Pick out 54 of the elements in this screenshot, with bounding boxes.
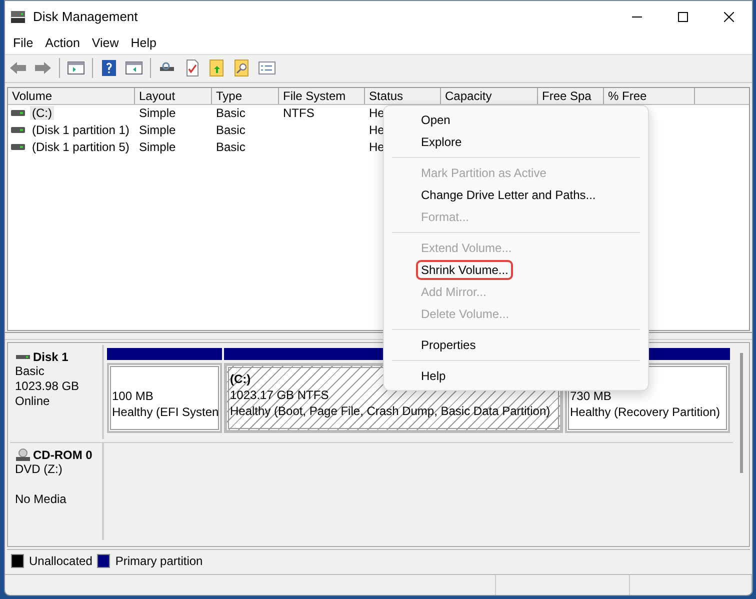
disk-info: No Media — [15, 492, 66, 506]
column-header[interactable]: Status — [365, 88, 441, 104]
drive-label[interactable]: (C:) — [30, 106, 54, 120]
table-cell: Simple — [139, 106, 176, 120]
disk-info: Basic — [15, 364, 44, 378]
menu-item[interactable]: View — [86, 36, 125, 50]
partition-size: 730 MB — [570, 388, 612, 404]
drive-label[interactable]: (Disk 1 partition 1) — [30, 123, 132, 138]
disk-info: 1023.98 GB — [15, 378, 80, 393]
table-cell: He — [369, 140, 384, 154]
table-cell: Basic — [216, 123, 246, 138]
table-cell: Basic — [216, 140, 246, 154]
table-cell: Simple — [139, 123, 176, 138]
menu-option[interactable]: Properties — [421, 338, 476, 352]
partition-status: Healthy (Boot, Page File, Crash Dump, Basic Data Partition) — [230, 402, 550, 419]
maximize-icon[interactable] — [678, 12, 688, 22]
menu-option[interactable]: Shrink Volume... — [419, 263, 510, 277]
disk-management-icon — [10, 10, 26, 24]
optical-drive-icon — [15, 448, 31, 462]
column-header[interactable]: Free Spa — [538, 88, 604, 104]
partition-status: Healthy (EFI Systen — [112, 404, 219, 420]
column-header[interactable]: File System — [279, 88, 365, 104]
partition-label: (C:) — [230, 370, 251, 387]
disk-name[interactable]: Disk 1 — [33, 350, 68, 364]
disk-info: Online — [15, 394, 50, 408]
drive-label[interactable]: (Disk 1 partition 5) — [30, 140, 132, 154]
partition-size: 100 MB — [112, 388, 154, 404]
menu-option[interactable]: Help — [421, 369, 446, 383]
table-cell: Simple — [139, 140, 176, 154]
partition-size: 1023.17 GB NTFS — [230, 386, 329, 403]
disk-info: DVD (Z:) — [15, 462, 62, 476]
menu-item[interactable]: File — [7, 36, 40, 50]
menu-option[interactable]: Open — [421, 113, 450, 127]
partition[interactable]: 100 MB Healthy (EFI Systen — [107, 362, 222, 433]
menu-item[interactable]: Action — [39, 36, 86, 50]
legend-label: Primary partition — [115, 554, 203, 568]
table-cell: He — [369, 123, 384, 138]
table-cell: He — [369, 106, 384, 120]
disk-name[interactable]: CD-ROM 0 — [33, 448, 92, 462]
column-header[interactable]: Type — [212, 88, 279, 104]
column-header[interactable]: % Free — [604, 88, 695, 104]
window-title: Disk Management — [33, 9, 139, 24]
menu-item[interactable]: Help — [124, 36, 162, 50]
column-header[interactable]: Capacity — [441, 88, 538, 104]
legend-label: Unallocated — [29, 554, 92, 568]
column-header[interactable]: Volume — [8, 88, 135, 104]
menu-option[interactable]: Change Drive Letter and Paths... — [421, 188, 596, 202]
partition-status: Healthy (Recovery Partition) — [570, 404, 720, 420]
column-header[interactable]: Layout — [135, 88, 212, 104]
table-cell: Basic — [216, 106, 246, 120]
menu-option[interactable]: Explore — [421, 135, 462, 149]
table-cell: NTFS — [283, 106, 314, 120]
close-icon[interactable] — [724, 12, 734, 22]
scrollbar[interactable] — [740, 352, 742, 473]
